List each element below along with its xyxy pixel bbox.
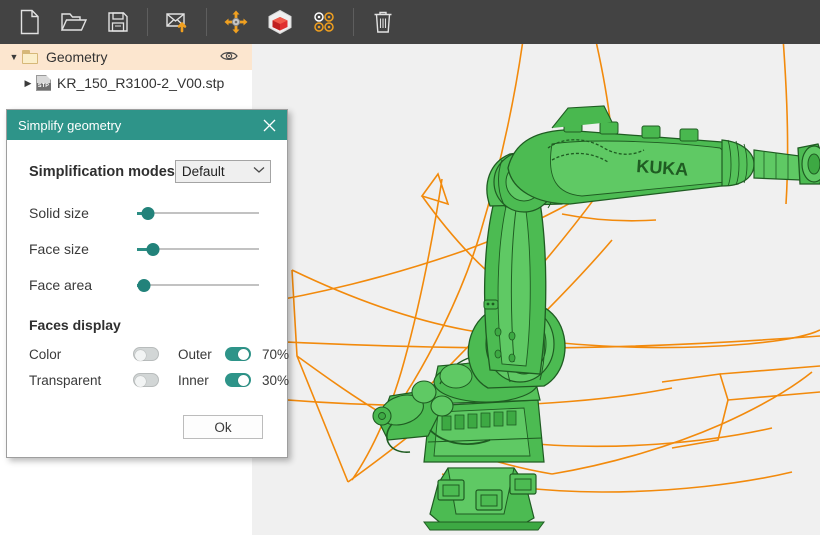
visibility-eye-icon[interactable]: [220, 49, 238, 63]
expand-arrow-right-icon[interactable]: ▶: [20, 78, 36, 88]
toggle-outer[interactable]: [225, 347, 251, 361]
solid-box-button[interactable]: [258, 2, 302, 42]
targets-grid-button[interactable]: [302, 2, 346, 42]
label-outer: Outer: [178, 346, 212, 362]
dialog-titlebar[interactable]: Simplify geometry: [7, 110, 287, 140]
slider-face-size[interactable]: [137, 241, 259, 257]
label-color: Color: [29, 346, 62, 362]
simplification-modes-row: Simplification modes Default: [29, 160, 271, 183]
save-button[interactable]: [96, 2, 140, 42]
toolbar-separator-1: [147, 8, 148, 36]
new-file-button[interactable]: [8, 2, 52, 42]
main-toolbar: [0, 0, 820, 44]
dialog-footer: Ok: [23, 393, 271, 443]
delete-trash-icon: [374, 11, 392, 33]
open-folder-button[interactable]: [52, 2, 96, 42]
application-window: KUKA ▼ Geometry ▶ STP KR_150_R3100-2_V00…: [0, 0, 820, 535]
faces-display-row-color: Color Outer 70%: [29, 341, 289, 367]
slider-row-face-area: Face area: [29, 267, 271, 303]
simplify-geometry-dialog: Simplify geometry Simplification modes D…: [6, 109, 289, 458]
open-folder-icon: [60, 13, 88, 31]
tree-item-geometry[interactable]: ▼ Geometry: [0, 44, 252, 70]
simplification-modes-select[interactable]: Default: [174, 160, 271, 183]
toolbar-separator-2: [206, 8, 207, 36]
faces-display-row-transparent: Transparent Inner 30%: [29, 367, 289, 393]
import-geometry-button[interactable]: [155, 2, 199, 42]
simplification-modes-label: Simplification modes: [29, 163, 175, 180]
tree-item-geometry-label: Geometry: [46, 49, 108, 65]
close-icon[interactable]: [259, 115, 279, 135]
save-disk-icon: [108, 12, 128, 32]
expand-arrow-down-icon[interactable]: ▼: [6, 52, 22, 62]
slider-track: [137, 284, 259, 286]
dialog-title: Simplify geometry: [18, 117, 122, 133]
new-file-icon: [20, 9, 39, 35]
delete-button[interactable]: [361, 2, 405, 42]
move-tool-icon: [224, 10, 248, 34]
label-inner: Inner: [178, 372, 209, 388]
toggle-transparent[interactable]: [133, 373, 159, 387]
folder-icon: [22, 50, 39, 64]
chevron-down-icon: [253, 166, 265, 177]
label-transparent: Transparent: [29, 372, 102, 388]
dialog-body: Simplification modes Default Solid size: [7, 140, 289, 457]
viewport-scene: KUKA: [252, 44, 820, 535]
slider-label-face-size: Face size: [29, 241, 89, 257]
move-tool-button[interactable]: [214, 2, 258, 42]
tree-item-stp-file-label: KR_150_R3100-2_V00.stp: [57, 75, 225, 91]
kuka-logo-text: KUKA: [636, 156, 689, 180]
slider-knob[interactable]: [146, 243, 160, 256]
simplification-modes-value: Default: [181, 164, 225, 179]
import-geometry-icon: [166, 13, 187, 33]
ok-button[interactable]: Ok: [183, 415, 263, 439]
slider-knob[interactable]: [137, 279, 151, 292]
slider-label-face-area: Face area: [29, 277, 93, 293]
3d-viewport[interactable]: KUKA: [252, 44, 820, 535]
targets-grid-icon: [314, 12, 334, 32]
slider-label-solid-size: Solid size: [29, 205, 89, 221]
slider-face-area[interactable]: [137, 277, 259, 293]
faces-display-title: Faces display: [29, 317, 121, 333]
value-outer-percent: 70%: [262, 346, 290, 362]
value-inner-percent: 30%: [262, 372, 290, 388]
toolbar-separator-3: [353, 8, 354, 36]
toggle-color[interactable]: [133, 347, 159, 361]
slider-row-face-size: Face size: [29, 231, 271, 267]
slider-solid-size[interactable]: [137, 205, 259, 221]
toggle-inner[interactable]: [225, 373, 251, 387]
slider-row-solid-size: Solid size: [29, 195, 271, 231]
tree-item-stp-file[interactable]: ▶ STP KR_150_R3100-2_V00.stp: [0, 70, 252, 96]
slider-knob[interactable]: [141, 207, 155, 220]
stp-file-icon: STP: [36, 75, 51, 91]
solid-box-icon: [268, 9, 292, 35]
slider-track: [137, 212, 259, 214]
